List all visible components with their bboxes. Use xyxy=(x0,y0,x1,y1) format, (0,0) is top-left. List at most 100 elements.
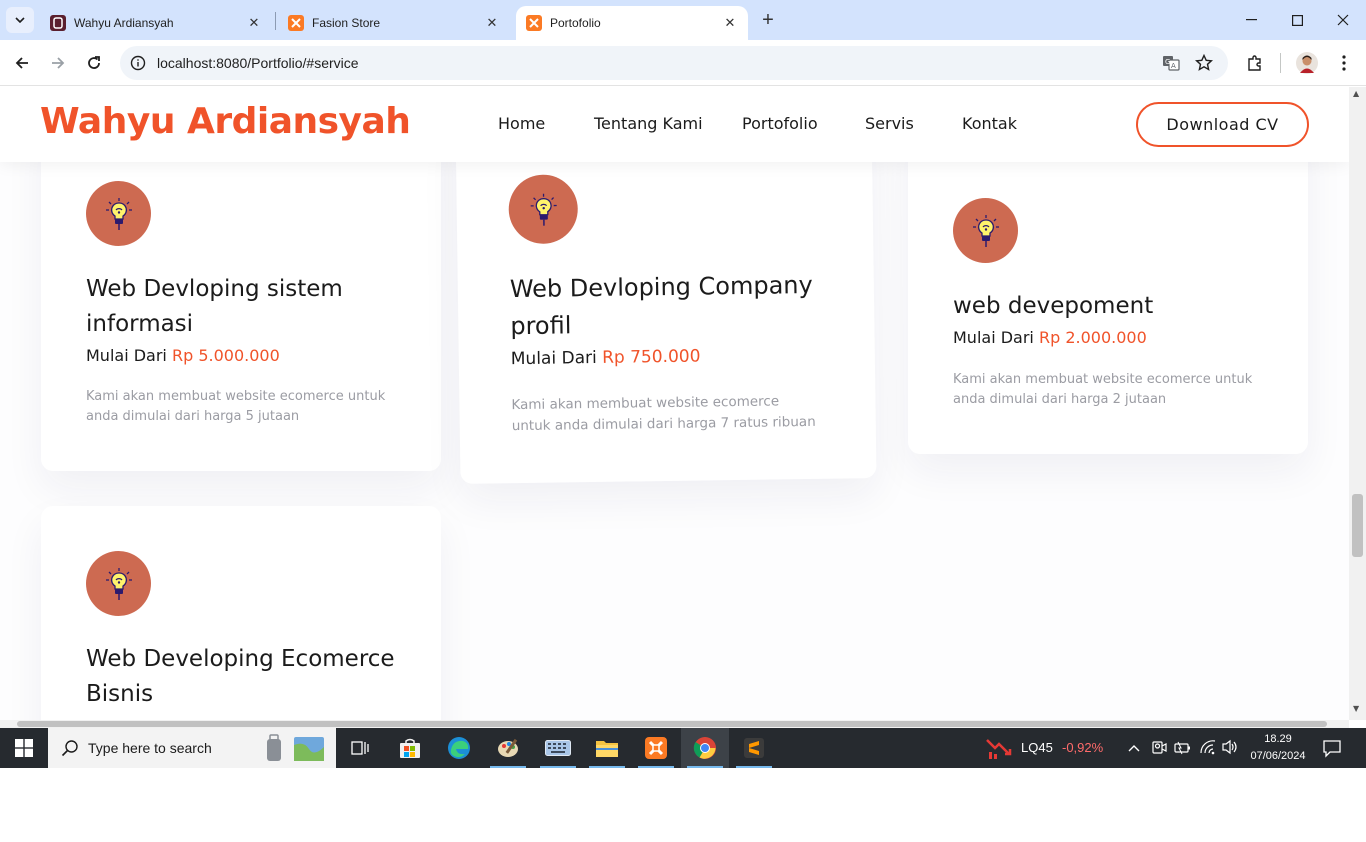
service-price: Mulai Dari Rp 5.000.000 xyxy=(86,346,280,365)
wifi-icon[interactable] xyxy=(1199,739,1217,759)
service-title: web devepoment xyxy=(953,293,1154,319)
system-clock[interactable]: 18.29 07/06/2024 xyxy=(1240,731,1316,765)
task-view-icon xyxy=(351,741,369,755)
volume-icon[interactable] xyxy=(1221,739,1239,759)
search-highlight-icon xyxy=(267,734,324,761)
browser-menu-button[interactable] xyxy=(1332,51,1356,75)
service-description: Kami akan membuat website ecomerce untuk… xyxy=(953,372,1253,407)
profile-avatar[interactable] xyxy=(1295,51,1319,75)
meet-now-icon[interactable] xyxy=(1151,739,1167,761)
chevron-down-icon xyxy=(15,17,25,23)
on-screen-keyboard-app[interactable] xyxy=(534,728,582,768)
service-card: Web Developing Ecomerce Bisnis xyxy=(41,506,441,720)
stock-name[interactable]: LQ45 xyxy=(1021,740,1053,755)
nav-home[interactable]: Home xyxy=(498,114,545,133)
lightbulb-icon xyxy=(86,181,151,246)
scroll-down-icon[interactable]: ▼ xyxy=(1353,704,1359,713)
tab-divider xyxy=(275,12,276,30)
minimize-button[interactable] xyxy=(1228,0,1274,40)
site-info-icon[interactable] xyxy=(129,54,147,72)
tab-label: Portofolio xyxy=(550,16,601,30)
tab-strip: Wahyu Ardiansyah ✕ Fasion Store ✕ Portof… xyxy=(0,0,1366,40)
blank-area xyxy=(0,768,1366,842)
close-tab-icon[interactable]: ✕ xyxy=(722,15,738,31)
lightbulb-icon xyxy=(953,198,1018,263)
tab-fasion-store[interactable]: Fasion Store ✕ xyxy=(278,6,510,40)
paint-app[interactable] xyxy=(484,728,532,768)
keyboard-icon xyxy=(545,740,571,756)
file-explorer-app[interactable] xyxy=(583,728,631,768)
tab-portofolio[interactable]: Portofolio ✕ xyxy=(516,6,748,40)
close-icon xyxy=(1337,14,1349,26)
toolbar-divider xyxy=(1280,53,1281,73)
xampp-favicon-icon xyxy=(288,15,304,31)
nav-tentang-kami[interactable]: Tentang Kami xyxy=(594,114,703,133)
horizontal-scrollbar[interactable] xyxy=(0,720,1349,728)
maximize-button[interactable] xyxy=(1274,0,1320,40)
price-prefix: Mulai Dari xyxy=(510,347,597,370)
service-title: Web Developing Ecomerce Bisnis xyxy=(86,646,395,707)
sublime-icon xyxy=(744,738,764,758)
arrow-right-icon xyxy=(52,57,65,69)
task-view-button[interactable] xyxy=(336,728,384,768)
price-prefix: Mulai Dari xyxy=(953,328,1034,347)
folder-icon xyxy=(596,741,618,757)
chrome-app[interactable] xyxy=(681,728,729,768)
store-bag-icon xyxy=(400,738,420,758)
forward-button[interactable] xyxy=(46,51,70,75)
stock-change[interactable]: -0,92% xyxy=(1062,740,1103,755)
translate-icon[interactable]: GA xyxy=(1162,54,1180,72)
back-button[interactable] xyxy=(10,51,34,75)
close-window-button[interactable] xyxy=(1320,0,1366,40)
notification-center-button[interactable] xyxy=(1322,738,1342,762)
scroll-up-icon[interactable]: ▲ xyxy=(1353,89,1359,98)
extensions-button[interactable] xyxy=(1243,51,1267,75)
nav-kontak[interactable]: Kontak xyxy=(962,114,1017,133)
tab-search-button[interactable] xyxy=(6,7,34,33)
chrome-icon xyxy=(693,737,716,759)
close-tab-icon[interactable]: ✕ xyxy=(484,15,500,31)
close-tab-icon[interactable]: ✕ xyxy=(246,15,262,31)
price-amount: Rp 5.000.000 xyxy=(171,346,280,365)
download-cv-button[interactable]: Download CV xyxy=(1136,102,1309,147)
sublime-text-app[interactable] xyxy=(730,728,778,768)
lightbulb-icon xyxy=(86,551,151,616)
page-viewport: Wahyu Ardiansyah Home Tentang Kami Porto… xyxy=(0,87,1349,720)
service-card: web devepoment Mulai Dari Rp 2.000.000 K… xyxy=(908,117,1308,454)
xampp-icon xyxy=(645,737,667,759)
nav-servis[interactable]: Servis xyxy=(865,114,914,133)
scrollbar-thumb[interactable] xyxy=(1352,494,1363,557)
taskbar-search[interactable]: Type here to search xyxy=(48,728,336,768)
bookmark-star-icon[interactable] xyxy=(1195,54,1213,72)
site-brand[interactable]: Wahyu Ardiansyah xyxy=(40,101,411,142)
address-bar[interactable]: localhost:8080/Portfolio/#service GA xyxy=(120,46,1228,80)
clock-date: 07/06/2024 xyxy=(1250,750,1306,762)
service-description: Kami akan membuat website ecomerce untuk… xyxy=(511,393,816,435)
reload-button[interactable] xyxy=(82,51,106,75)
stock-widget-icon[interactable] xyxy=(985,736,1015,760)
browser-toolbar: localhost:8080/Portfolio/#service GA xyxy=(0,40,1366,86)
show-hidden-icons-button[interactable] xyxy=(1127,740,1141,759)
service-card: Web Devloping Company profil Mulai Dari … xyxy=(455,114,877,484)
scrollbar-thumb[interactable] xyxy=(17,721,1327,727)
edge-icon xyxy=(448,737,470,759)
notification-icon xyxy=(1323,740,1341,758)
url-text: localhost:8080/Portfolio/#service xyxy=(157,55,359,71)
search-placeholder: Type here to search xyxy=(88,740,212,756)
nav-portofolio[interactable]: Portofolio xyxy=(742,114,818,133)
windows-taskbar: Type here to search LQ45 -0,92% 18.29 07… xyxy=(0,728,1366,768)
arrow-left-icon xyxy=(15,57,28,69)
microsoft-store-app[interactable] xyxy=(386,728,434,768)
battery-icon[interactable] xyxy=(1174,740,1192,759)
tab-label: Wahyu Ardiansyah xyxy=(74,16,174,30)
maximize-icon xyxy=(1291,14,1303,26)
new-tab-button[interactable]: + xyxy=(757,9,779,31)
tab-wahyu-ardiansyah[interactable]: Wahyu Ardiansyah ✕ xyxy=(40,6,272,40)
reload-icon xyxy=(88,56,100,69)
price-amount: Rp 2.000.000 xyxy=(1038,328,1147,347)
xampp-app[interactable] xyxy=(632,728,680,768)
start-button[interactable] xyxy=(0,728,48,768)
vertical-scrollbar[interactable]: ▲ ▼ xyxy=(1349,87,1366,720)
service-price: Mulai Dari Rp 750.000 xyxy=(511,347,701,370)
edge-browser-app[interactable] xyxy=(435,728,483,768)
